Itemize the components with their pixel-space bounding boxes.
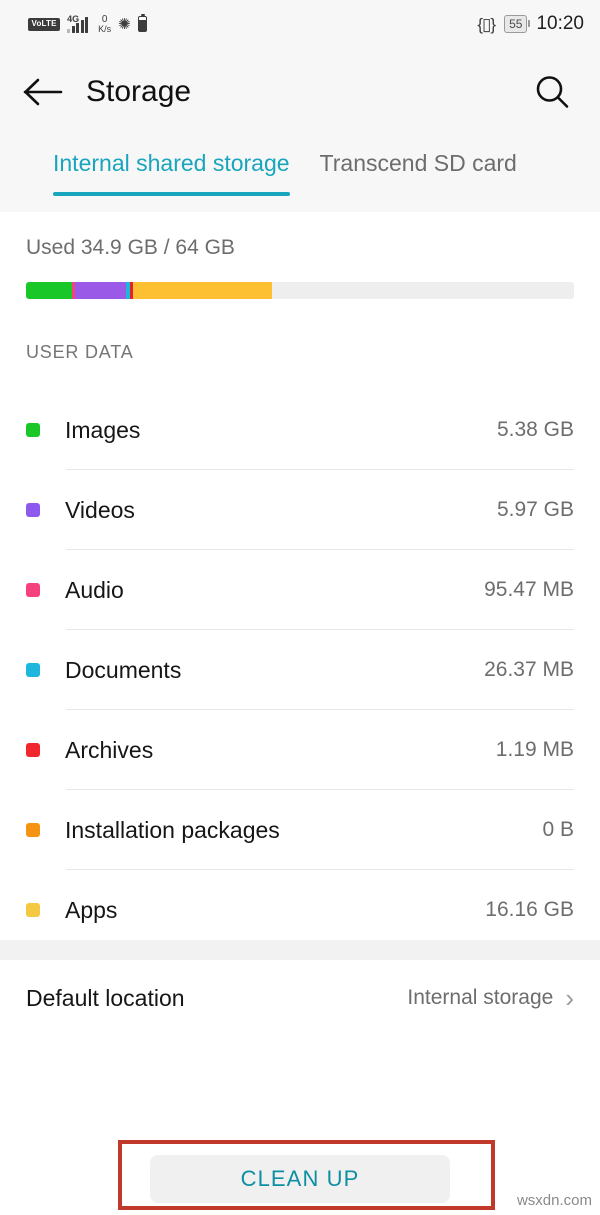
cleanup-button-container: CLEAN UP (150, 1155, 450, 1203)
storage-settings-screen: VoLTE 4G 0 K/s ✺ {▯} 55 10:20 Storage In… (0, 0, 600, 1215)
storage-tabs: Internal shared storage Transcend SD car… (0, 136, 600, 212)
category-label: Documents (65, 656, 182, 683)
category-label: Apps (65, 896, 118, 923)
table-row[interactable]: Archives 1.19 MB (0, 710, 600, 790)
search-icon (536, 76, 569, 108)
battery-percent-badge: 55 (504, 14, 531, 34)
category-size-value: 5.38 GB (496, 418, 574, 441)
tab-transcend-sd-card[interactable]: Transcend SD card (320, 136, 517, 177)
category-label: Images (65, 416, 141, 443)
category-color-swatch (26, 663, 40, 677)
category-size-value: 0 B (542, 818, 574, 841)
user-data-section-heading: USER DATA (26, 342, 134, 362)
category-size-value: 16.16 GB (485, 898, 574, 921)
network-speed-indicator: 0 K/s (98, 13, 112, 34)
table-row[interactable]: Documents 26.37 MB (0, 630, 600, 710)
network-speed-value: 0 (101, 13, 108, 25)
category-size-value: 1.19 MB (495, 738, 574, 761)
table-row[interactable]: Installation packages 0 B (0, 790, 600, 870)
tab-internal-shared-storage[interactable]: Internal shared storage (53, 136, 290, 196)
tab-label: Transcend SD card (319, 150, 517, 176)
category-size-value: 5.97 GB (496, 498, 574, 521)
usage-segment-images (26, 282, 73, 299)
table-row[interactable]: Apps 16.16 GB (0, 870, 600, 950)
category-label: Archives (65, 736, 154, 763)
app-bar: Storage (0, 48, 600, 136)
usage-segment-apps (133, 282, 273, 299)
category-size-value: 26.37 MB (484, 658, 574, 681)
tab-label: Internal shared storage (53, 150, 290, 176)
default-location-label: Default location (26, 984, 185, 1011)
bluetooth-icon: ✺ (118, 15, 131, 33)
category-color-swatch (26, 423, 40, 437)
used-storage-label: Used 34.9 GB / 64 GB (26, 236, 235, 259)
category-color-swatch (26, 903, 40, 917)
search-button[interactable] (532, 72, 572, 112)
usage-segment-videos (75, 282, 127, 299)
category-label: Installation packages (65, 816, 280, 843)
vibrate-mode-icon: {▯} (477, 14, 496, 34)
category-color-swatch (26, 743, 40, 757)
category-color-swatch (26, 583, 40, 597)
page-title: Storage (86, 75, 192, 108)
storage-usage-summary: Used 34.9 GB / 64 GB (0, 212, 600, 299)
section-separator (0, 940, 600, 960)
back-arrow-icon (23, 78, 63, 106)
clock: 10:20 (536, 13, 584, 34)
default-location-row[interactable]: Default location Internal storage › (0, 960, 600, 1036)
category-color-swatch (26, 823, 40, 837)
table-row[interactable]: Audio 95.47 MB (0, 550, 600, 630)
watermark: wsxdn.com (516, 1192, 592, 1209)
category-label: Videos (65, 496, 135, 523)
storage-category-list: Images 5.38 GB Videos 5.97 GB Audio 95.47 MB D… (0, 390, 600, 950)
category-size-value: 95.47 MB (484, 578, 574, 601)
active-tab-indicator (53, 192, 290, 196)
category-color-swatch (26, 503, 40, 517)
back-button[interactable] (12, 77, 74, 107)
status-bar-right: {▯} 55 10:20 (477, 13, 584, 35)
status-bar: VoLTE 4G 0 K/s ✺ {▯} 55 10:20 (0, 0, 600, 48)
status-bar-left: VoLTE 4G 0 K/s ✺ (28, 13, 147, 34)
table-row[interactable]: Images 5.38 GB (0, 390, 600, 470)
table-row[interactable]: Videos 5.97 GB (0, 470, 600, 550)
network-speed-unit: K/s (98, 23, 112, 34)
storage-usage-bar (26, 282, 574, 299)
default-location-value: Internal storage (407, 986, 554, 1009)
category-label: Audio (65, 576, 124, 603)
network-generation-label: 4G (67, 14, 80, 24)
battery-icon (137, 14, 147, 32)
volte-icon: VoLTE (28, 17, 61, 31)
clean-up-button[interactable]: CLEAN UP (150, 1155, 450, 1203)
chevron-right-icon: › (565, 983, 574, 1013)
signal-strength-icon: 4G (67, 14, 91, 33)
